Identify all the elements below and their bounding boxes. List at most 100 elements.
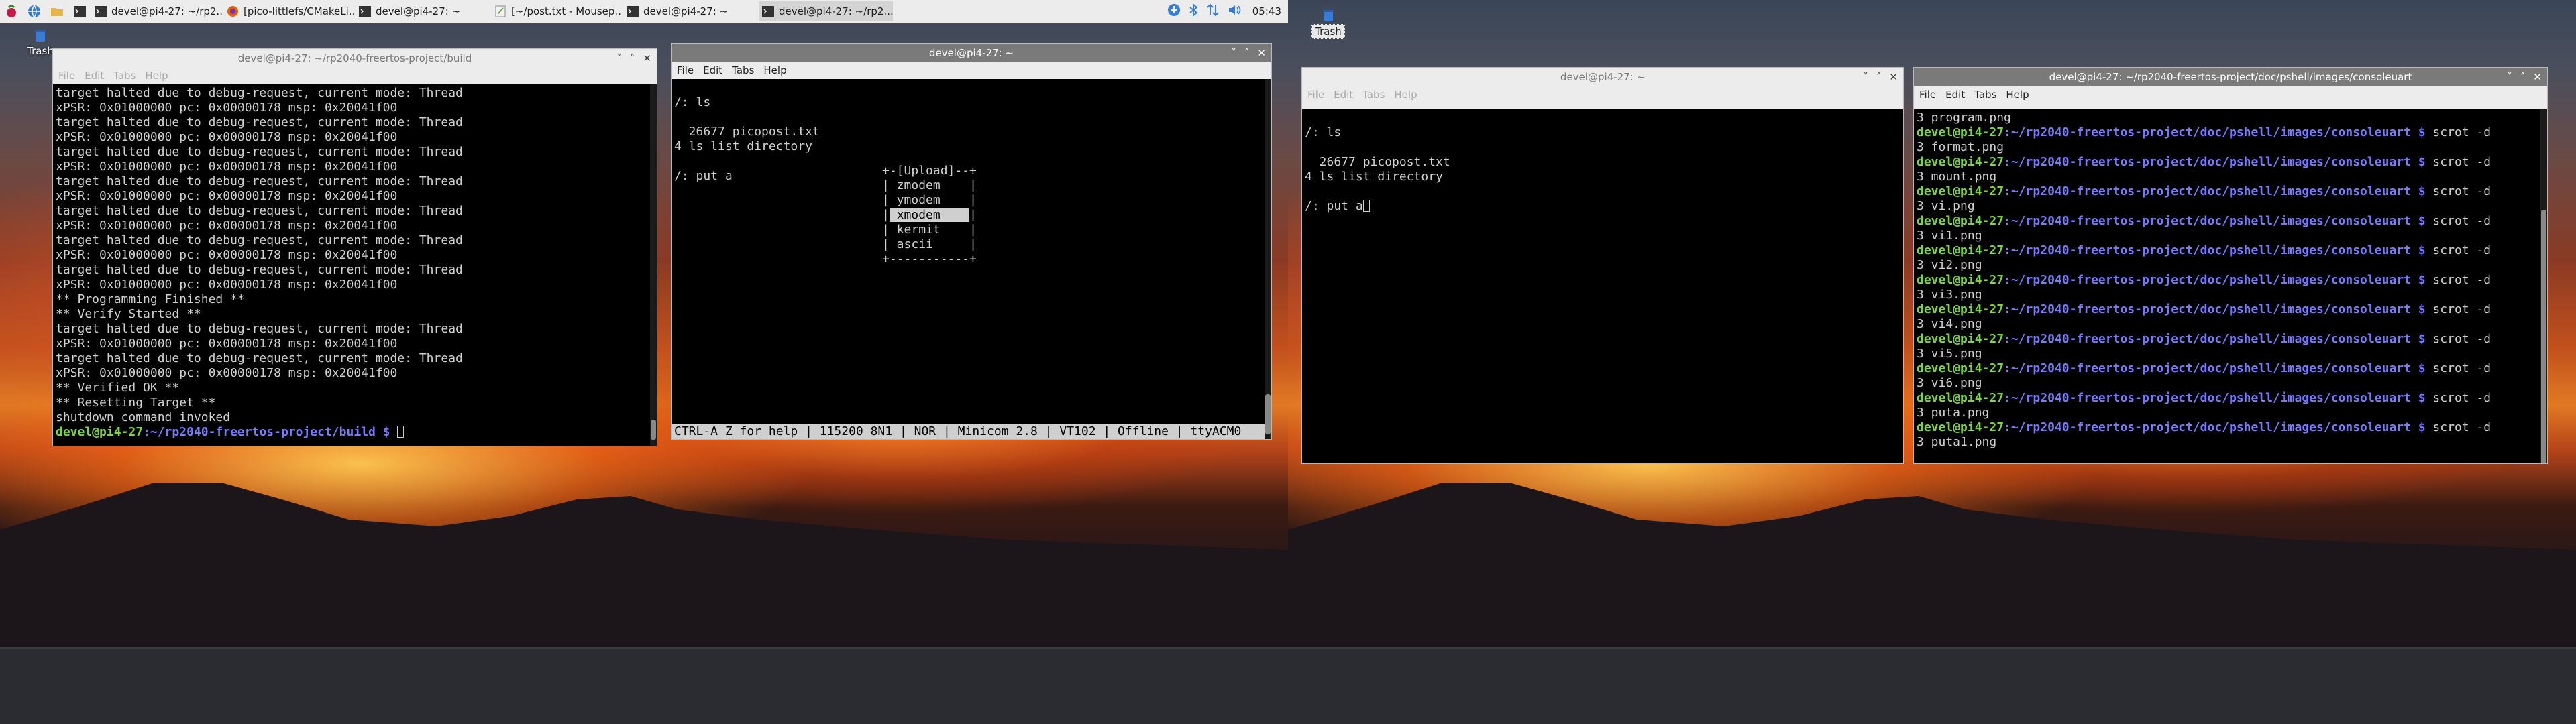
- maximize-icon[interactable]: ˄: [630, 52, 635, 64]
- menu-file[interactable]: File: [58, 70, 75, 82]
- terminal-output[interactable]: /: ls 26677 picopost.txt 4 ls list direc…: [1302, 109, 1903, 463]
- build-log-line: xPSR: 0x01000000 pc: 0x00000178 msp: 0x2…: [56, 219, 398, 233]
- prompt-path: :~/rp2040-freertos-project/doc/pshell/im…: [2004, 391, 2426, 405]
- menu-edit[interactable]: Edit: [85, 70, 104, 82]
- upload-protocol-menu[interactable]: +-[Upload]--+ | zmodem | | ymodem | | xm…: [882, 164, 977, 267]
- window-title: devel@pi4-27: ~: [928, 46, 1014, 59]
- window-titlebar[interactable]: devel@pi4-27: ~ ˅ ˄ ✕: [1302, 68, 1903, 86]
- window-titlebar[interactable]: devel@pi4-27: ~ ˅ ˄ ✕: [672, 44, 1271, 62]
- file-output-line: 3 vi1.png: [1917, 229, 1982, 243]
- file-output-line: 3 program.png: [1917, 111, 2011, 125]
- menu-tabs[interactable]: Tabs: [1974, 88, 1996, 101]
- terminal-output[interactable]: target halted due to debug-request, curr…: [53, 84, 657, 446]
- upload-menu-item-xmodem[interactable]: | xmodem |: [882, 208, 977, 222]
- window-title: devel@pi4-27: ~: [1560, 70, 1646, 83]
- upload-menu-footer: +-----------+: [882, 252, 977, 266]
- close-icon[interactable]: ✕: [1257, 47, 1266, 59]
- task-terminal-home-2[interactable]: devel@pi4-27: ~: [623, 1, 757, 21]
- task-terminal-rp2-1[interactable]: devel@pi4-27: ~/rp2...: [91, 1, 222, 21]
- bluetooth-icon[interactable]: [1188, 3, 1199, 20]
- menu-edit[interactable]: Edit: [1334, 88, 1353, 101]
- minimize-icon[interactable]: ˅: [2507, 71, 2512, 83]
- raspberry-menu-icon[interactable]: [3, 3, 20, 20]
- build-log-line: ** Verified OK **: [56, 381, 180, 395]
- task-terminal-home-1[interactable]: devel@pi4-27: ~: [356, 1, 490, 21]
- firefox-icon: [226, 5, 239, 18]
- terminal-output[interactable]: /: ls 26677 picopost.txt 4 ls list direc…: [672, 79, 1271, 439]
- volume-icon[interactable]: [1227, 3, 1242, 20]
- terminal-window-home[interactable]: devel@pi4-27: ~ ˅ ˄ ✕ File Edit Tabs Hel…: [1301, 67, 1904, 464]
- close-icon[interactable]: ✕: [1889, 71, 1898, 83]
- scrollbar[interactable]: [1265, 79, 1271, 439]
- menu-file[interactable]: File: [1919, 88, 1936, 101]
- menu-help[interactable]: Help: [145, 70, 168, 82]
- desktop-left: devel@pi4-27: ~/rp2... [pico-littlefs/CM…: [0, 0, 1288, 724]
- terminal-output[interactable]: 3 program.png devel@pi4-27 :~/rp2040-free…: [1914, 109, 2547, 463]
- file-output-line: 3 vi3.png: [1917, 288, 1982, 302]
- upload-menu-item-kermit[interactable]: | kermit |: [882, 223, 977, 237]
- menu-help[interactable]: Help: [763, 64, 786, 76]
- maximize-icon[interactable]: ˄: [1244, 47, 1250, 59]
- network-icon[interactable]: [1205, 3, 1220, 20]
- trash-icon: [35, 30, 46, 42]
- build-log-line: xPSR: 0x01000000 pc: 0x00000178 msp: 0x2…: [56, 160, 398, 174]
- menubar: File Edit Tabs Help: [672, 62, 1271, 79]
- build-log-line: xPSR: 0x01000000 pc: 0x00000178 msp: 0x2…: [56, 337, 398, 351]
- window-titlebar[interactable]: devel@pi4-27: ~/rp2040-freertos-project/…: [53, 49, 657, 67]
- file-output-line: 3 puta1.png: [1917, 435, 1997, 449]
- prompt-command: scrot -d: [2425, 332, 2491, 346]
- terminal-window-minicom[interactable]: devel@pi4-27: ~ ˅ ˄ ✕ File Edit Tabs Hel…: [671, 43, 1272, 440]
- terminal-window-consoleuart[interactable]: devel@pi4-27: ~/rp2040-freertos-project/…: [1913, 67, 2548, 464]
- window-titlebar[interactable]: devel@pi4-27: ~/rp2040-freertos-project/…: [1914, 68, 2547, 86]
- upload-menu-item-zmodem[interactable]: | zmodem |: [882, 178, 977, 192]
- terminal-window-build[interactable]: devel@pi4-27: ~/rp2040-freertos-project/…: [52, 48, 657, 446]
- file-manager-icon[interactable]: [48, 3, 66, 20]
- text-editor-icon: [494, 5, 507, 18]
- build-log-line: xPSR: 0x01000000 pc: 0x00000178 msp: 0x2…: [56, 189, 398, 203]
- maximize-icon[interactable]: ˄: [1876, 71, 1882, 83]
- menu-help[interactable]: Help: [2006, 88, 2029, 101]
- task-label: [pico-littlefs/CMakeLi...: [244, 5, 354, 17]
- system-tray: 05:43: [1167, 0, 1281, 23]
- terminal-launcher-icon[interactable]: [71, 3, 89, 20]
- close-icon[interactable]: ✕: [2533, 71, 2542, 83]
- file-output-line: 3 mount.png: [1917, 170, 1997, 184]
- menu-file[interactable]: File: [1307, 88, 1324, 101]
- task-mousepad[interactable]: [~/post.txt - Mousep...: [491, 1, 622, 21]
- minimize-icon[interactable]: ˅: [616, 52, 622, 64]
- upload-menu-item-ymodem[interactable]: | ymodem |: [882, 193, 977, 207]
- scrollbar[interactable]: [2540, 109, 2547, 463]
- minimize-icon[interactable]: ˅: [1231, 47, 1236, 59]
- menu-edit[interactable]: Edit: [1945, 88, 1965, 101]
- build-log-line: xPSR: 0x01000000 pc: 0x00000178 msp: 0x2…: [56, 130, 398, 144]
- update-icon[interactable]: [1167, 3, 1181, 20]
- browser-launcher-icon[interactable]: [25, 3, 43, 20]
- menu-tabs[interactable]: Tabs: [732, 64, 754, 76]
- file-output-line: 3 vi5.png: [1917, 347, 1982, 361]
- terminal-icon: [626, 5, 639, 18]
- prompt-user: devel@pi4-27: [1917, 302, 2004, 316]
- scrollbar[interactable]: [650, 84, 657, 446]
- menu-help[interactable]: Help: [1394, 88, 1417, 101]
- build-log-line: target halted due to debug-request, curr…: [56, 351, 463, 365]
- prompt-command: scrot -d: [2425, 184, 2491, 198]
- task-firefox[interactable]: [pico-littlefs/CMakeLi...: [223, 1, 354, 21]
- menu-tabs[interactable]: Tabs: [113, 70, 136, 82]
- trash-desktop-icon[interactable]: Trash: [1308, 8, 1348, 39]
- task-terminal-rp2-2[interactable]: devel@pi4-27: ~/rp2...: [759, 1, 893, 21]
- minicom-line: 4 ls list directory: [674, 139, 812, 154]
- maximize-icon[interactable]: ˄: [2520, 71, 2526, 83]
- upload-menu-item-ascii[interactable]: | ascii |: [882, 237, 977, 251]
- minimize-icon[interactable]: ˅: [1863, 71, 1868, 83]
- build-log-line: target halted due to debug-request, curr…: [56, 86, 463, 100]
- menu-tabs[interactable]: Tabs: [1362, 88, 1385, 101]
- task-label: devel@pi4-27: ~/rp2...: [779, 5, 893, 17]
- text-cursor: [1362, 200, 1370, 212]
- menu-edit[interactable]: Edit: [703, 64, 722, 76]
- prompt-user: devel@pi4-27: [1917, 243, 2004, 257]
- prompt-command: scrot -d: [2425, 361, 2491, 375]
- build-log-line: ** Programming Finished **: [56, 292, 245, 306]
- close-icon[interactable]: ✕: [643, 52, 651, 64]
- clock[interactable]: 05:43: [1252, 5, 1281, 17]
- menu-file[interactable]: File: [677, 64, 694, 76]
